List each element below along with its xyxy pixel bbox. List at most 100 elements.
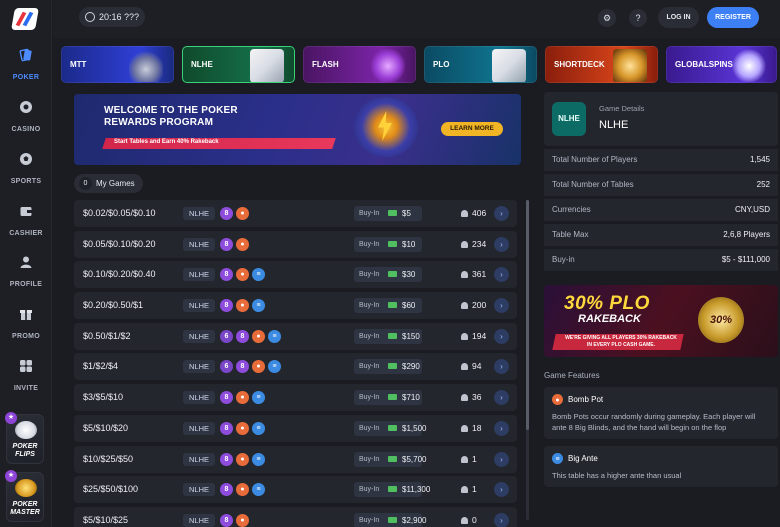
tab-short-deck[interactable]: SHORT DECK — [545, 46, 658, 83]
stat-label: Table Max — [552, 230, 589, 239]
players-icon — [461, 424, 468, 432]
rail-item-poker[interactable]: POKER — [0, 48, 52, 84]
cash-game-list: $0.02/$0.05/$0.10 NLHE 8 ● Buy-In $5 406 › $0.05… — [74, 200, 517, 527]
feature-card: ● Bomb Pot Bomb Pots occur randomly during… — [544, 387, 778, 439]
chevron-right-icon[interactable]: › — [494, 267, 509, 283]
chevron-right-icon[interactable]: › — [494, 512, 509, 527]
rewards-banner[interactable]: WELCOME TO THE POKER REWARDS PROGRAM Star… — [74, 94, 521, 165]
seat-count-badge: 8 — [236, 329, 249, 343]
ante-icon: ≡ — [252, 421, 265, 435]
wallet-icon — [20, 207, 32, 216]
table-row[interactable]: $0.10/$0.20/$0.40 NLHE 8 ● ≡ Buy-In $30 361 › — [74, 261, 517, 289]
my-games-button[interactable]: 0 My Games — [74, 174, 143, 193]
help-button[interactable]: ? — [629, 9, 647, 27]
rail-item-casino[interactable]: CASINO — [0, 100, 52, 136]
scrollbar-thumb[interactable] — [526, 200, 529, 430]
plo-rakeback-promo[interactable]: 30% PLO RAKEBACK WE'RE GIVING ALL PLAYER… — [544, 285, 778, 357]
row-feature-chips: 8 ● — [220, 207, 249, 220]
row-buyin: Buy-In $2,900 — [354, 512, 426, 527]
stat-row: Buy-in $5 - $111,000 — [544, 249, 778, 271]
bomb-icon: ● — [236, 513, 249, 527]
tab-nlhe[interactable]: NLHE — [182, 46, 295, 83]
chevron-right-icon[interactable]: › — [494, 328, 509, 344]
poker-master-game[interactable]: ★ POKER MASTER — [5, 470, 44, 522]
row-buyin: Buy-In $710 — [354, 390, 422, 406]
ante-icon: ≡ — [268, 329, 281, 343]
cards-icon — [250, 49, 284, 82]
rail-item-profile[interactable]: PROFILE — [0, 255, 52, 291]
stat-label: Total Number of Players — [552, 155, 638, 164]
chevron-right-icon[interactable]: › — [494, 298, 509, 314]
row-stakes: $5/$10/$20 — [83, 422, 129, 433]
chevron-right-icon[interactable]: › — [494, 451, 509, 467]
buyin-value: $2,900 — [402, 515, 427, 525]
row-game-type: NLHE — [183, 513, 216, 527]
rail-item-sports[interactable]: SPORTS — [0, 152, 52, 188]
row-game-type: NLHE — [183, 299, 216, 313]
chevron-right-icon[interactable]: › — [494, 206, 509, 221]
table-row[interactable]: $0.20/$0.50/$1 NLHE 8 ● ≡ Buy-In $60 200 › — [74, 292, 517, 320]
table-row[interactable]: $0.05/$0.10/$0.20 NLHE 8 ● Buy-In $10 234 › — [74, 230, 517, 258]
row-players: 94 — [461, 353, 481, 380]
row-players: 361 — [461, 261, 486, 288]
gear-icon: ⚙ — [602, 13, 612, 23]
stat-row: Total Number of Tables 252 — [544, 174, 778, 196]
tab-plo[interactable]: PLO — [424, 46, 537, 83]
rail-item-cashier[interactable]: CASHIER — [0, 204, 52, 240]
rail-item-label: POKER — [12, 74, 40, 81]
stat-value: 252 — [756, 180, 770, 189]
row-game-type: NLHE — [183, 268, 216, 282]
settings-button[interactable]: ⚙ — [598, 9, 616, 27]
cash-icon — [388, 363, 397, 370]
table-row[interactable]: $1/$2/$4 NLHE 6 8 ● ≡ Buy-In $290 94 › — [74, 353, 517, 381]
buyin-label: Buy-In — [359, 332, 380, 340]
row-stakes: $0.05/$0.10/$0.20 — [83, 238, 156, 249]
tab-mtt[interactable]: MTT — [61, 46, 174, 83]
learn-more-button[interactable]: LEARN MORE — [441, 122, 503, 136]
table-row[interactable]: $0.02/$0.05/$0.10 NLHE 8 ● Buy-In $5 406 › — [74, 200, 517, 227]
stat-row: Total Number of Players 1,545 — [544, 149, 778, 171]
tab-global-spins[interactable]: GLOBAL SPINS — [666, 46, 777, 83]
ante-icon: ≡ — [252, 268, 265, 282]
bomb-icon: ● — [252, 360, 265, 374]
buyin-label: Buy-In — [359, 455, 380, 463]
chevron-right-icon[interactable]: › — [494, 390, 509, 406]
game-details-panel: NLHE Game Details NLHE Total Number of P… — [544, 92, 778, 487]
table-row[interactable]: $5/$10/$25 NLHE 8 ● Buy-In $2,900 0 › — [74, 506, 517, 527]
promo-headline: 30% PLO — [564, 293, 650, 314]
chevron-right-icon[interactable]: › — [494, 236, 509, 252]
table-row[interactable]: $25/$50/$100 NLHE 8 ● ≡ Buy-In $11,300 1 › — [74, 476, 517, 504]
row-feature-chips: 8 ● ≡ — [220, 268, 265, 282]
table-row[interactable]: $5/$10/$20 NLHE 8 ● ≡ Buy-In $1,500 18 › — [74, 414, 517, 442]
buyin-label: Buy-In — [359, 424, 380, 432]
bomb-icon: ● — [236, 452, 249, 466]
lightning-coin-icon — [354, 97, 418, 157]
row-stakes: $25/$50/$100 — [83, 484, 139, 495]
rail-item-invite[interactable]: INVITE — [0, 359, 52, 395]
row-stakes: $0.10/$0.20/$0.40 — [83, 269, 156, 280]
poker-flips-game[interactable]: ★ POKER FLIPS — [5, 412, 44, 464]
seat-count-badge: 8 — [220, 268, 233, 282]
table-row[interactable]: $3/$5/$10 NLHE 8 ● ≡ Buy-In $710 36 › — [74, 384, 517, 412]
chevron-right-icon[interactable]: › — [494, 482, 509, 498]
login-button[interactable]: LOG IN — [658, 7, 699, 28]
rail-item-promo[interactable]: PROMO — [0, 307, 52, 343]
rail-item-label: PROFILE — [9, 281, 43, 288]
tab-label: FLASH — [312, 59, 339, 69]
chevron-right-icon[interactable]: › — [494, 359, 509, 375]
register-button[interactable]: REGISTER — [707, 7, 759, 28]
players-count: 1 — [472, 453, 477, 464]
app: POKER CASINO SPORTS CASHIER PROFILE PROM… — [0, 0, 780, 527]
cash-icon — [388, 424, 397, 431]
players-icon — [461, 271, 468, 279]
brand-logo[interactable] — [11, 8, 39, 30]
row-feature-chips: 8 ● ≡ — [220, 452, 265, 466]
gift-icon — [20, 310, 32, 320]
row-buyin: Buy-In $1,500 — [354, 420, 426, 436]
seat-count-badge: 8 — [220, 237, 233, 251]
chevron-right-icon[interactable]: › — [494, 420, 509, 436]
table-row[interactable]: $0.50/$1/$2 NLHE 6 8 ● ≡ Buy-In $150 194 › — [74, 322, 517, 350]
tab-flash[interactable]: FLASH — [303, 46, 416, 83]
list-scrollbar[interactable] — [526, 200, 529, 520]
table-row[interactable]: $10/$25/$50 NLHE 8 ● ≡ Buy-In $5,700 1 › — [74, 445, 517, 473]
